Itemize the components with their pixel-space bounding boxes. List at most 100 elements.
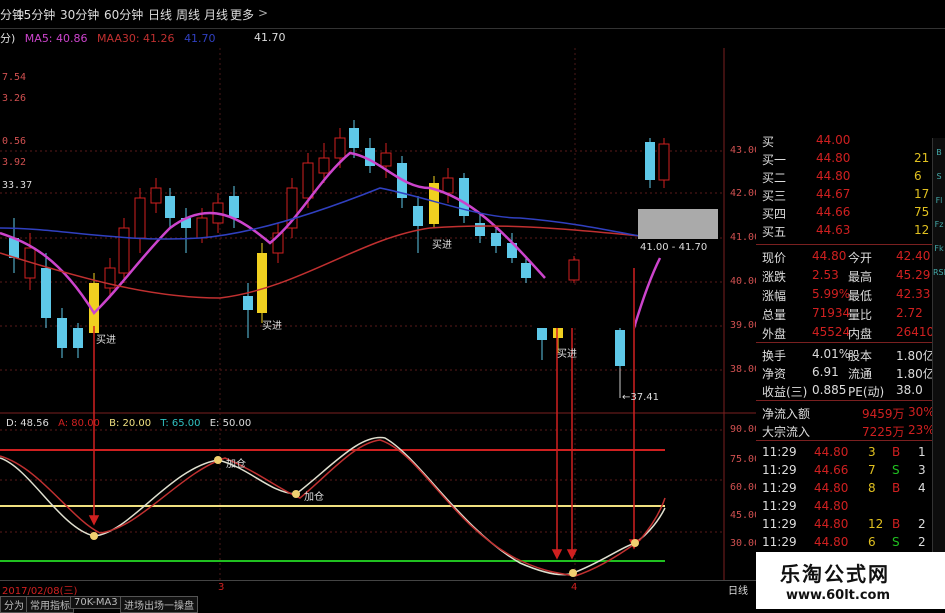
- tab-monthly[interactable]: 月线: [204, 6, 228, 23]
- chevron-right-icon[interactable]: >: [258, 6, 268, 20]
- tick-volume: 6: [868, 535, 876, 549]
- tick-price: 44.80: [814, 535, 849, 549]
- add-label-1: 加仓: [226, 459, 246, 470]
- tool-button[interactable]: S: [933, 172, 945, 181]
- stat-row: 外盘 45524 内盘 26410: [756, 324, 934, 342]
- stat-label: 内盘: [848, 327, 873, 341]
- tab-daily[interactable]: 日线: [148, 6, 172, 23]
- tool-button[interactable]: Fl: [933, 196, 945, 205]
- candle: [521, 263, 531, 278]
- tick-side: S: [892, 535, 900, 549]
- tab-60min[interactable]: 60分钟: [104, 6, 143, 23]
- candle: [537, 328, 547, 340]
- stat-label: 今开: [848, 251, 873, 265]
- stat-label: 换手: [762, 349, 787, 363]
- legend-t: T: 65.00: [160, 418, 201, 429]
- order-label: 买一: [762, 153, 787, 167]
- order-row[interactable]: 买二 44.80 6: [756, 168, 932, 186]
- tab-15min[interactable]: 15分钟: [16, 6, 55, 23]
- order-row[interactable]: 买五 44.63 12: [756, 222, 932, 240]
- tick-row: 11:29 44.80 8 B 4: [756, 480, 932, 498]
- ma-line: [632, 257, 662, 329]
- candle: [41, 268, 51, 318]
- order-row[interactable]: 买四 44.66 75: [756, 204, 932, 222]
- indicator-legend: D: 48.56 A: 80.00 B: 20.00 T: 65.00 E: 5…: [6, 418, 251, 429]
- tool-button[interactable]: Fz: [933, 220, 945, 229]
- tool-button[interactable]: B: [933, 148, 945, 157]
- stat-value: 1.80亿: [896, 367, 935, 381]
- bottom-tab-4[interactable]: 进场出场一操盘: [120, 596, 198, 613]
- order-row[interactable]: 买一 44.80 21: [756, 150, 932, 168]
- ma-line: [0, 187, 641, 240]
- tick-time: 11:29: [762, 463, 797, 477]
- legend-b: B: 20.00: [109, 418, 152, 429]
- candle: [118, 227, 130, 274]
- stat-row: 涨幅 5.99% 最低 42.33: [756, 286, 932, 304]
- tick-side: B: [892, 517, 901, 531]
- candle: [645, 142, 655, 180]
- candle: [318, 157, 330, 174]
- left-price-3: 0.56: [2, 136, 27, 147]
- candle: [442, 177, 454, 194]
- tick-volume: 8: [868, 481, 876, 495]
- watermark: 乐淘公式网 www.60lt.com: [756, 552, 945, 609]
- order-label: 买五: [762, 225, 787, 239]
- stat-value: 6.91: [812, 365, 839, 379]
- order-price: 44.67: [816, 187, 851, 201]
- low-marker: ←37.41: [622, 392, 660, 403]
- order-qty: 6: [914, 169, 922, 183]
- stat2-row: 净资 6.91 流通 1.80亿: [756, 364, 935, 382]
- stat-label: 涨跌: [762, 270, 787, 284]
- tick-row: 11:29 44.80 6 S 2: [756, 534, 932, 552]
- candle: [257, 253, 267, 313]
- stat-label: 股本: [848, 349, 873, 363]
- candle: [57, 318, 67, 348]
- buy-label-4: 买进: [557, 349, 577, 360]
- legend-d: D: 48.56: [6, 418, 49, 429]
- order-price: 44.63: [816, 223, 851, 237]
- candle: [134, 197, 146, 239]
- tick-row: 11:29 44.80: [756, 498, 932, 516]
- tab-more[interactable]: 更多: [230, 6, 254, 23]
- bottom-tab-1[interactable]: 分为: [0, 596, 28, 613]
- kline-chart[interactable]: [0, 28, 756, 580]
- bottom-tab-2[interactable]: 常用指标: [26, 596, 74, 613]
- tool-button[interactable]: Fk: [933, 244, 945, 253]
- flow-label: 大宗流入: [762, 425, 811, 439]
- oscillator-line: [0, 439, 666, 577]
- order-label: 买: [762, 135, 775, 149]
- order-label: 买三: [762, 189, 787, 203]
- stat-value: 0.885: [812, 383, 847, 397]
- stat2-row: 换手 4.01% 股本 1.80亿: [756, 346, 935, 364]
- buy-label-3: 买进: [432, 240, 452, 251]
- tab-30min[interactable]: 30分钟: [60, 6, 99, 23]
- candle: [475, 223, 485, 236]
- candle: [150, 187, 162, 204]
- tick-price: 44.66: [814, 463, 849, 477]
- add-label-2: 加仓: [304, 492, 324, 503]
- order-price: 44.00: [816, 133, 851, 147]
- watermark-title: 乐淘公式网: [780, 562, 890, 586]
- tab-weekly[interactable]: 周线: [176, 6, 200, 23]
- order-qty: 21: [914, 151, 930, 165]
- flow-row: 净流入额 9459万 30%: [756, 404, 935, 422]
- candle: [302, 162, 314, 199]
- candle: [615, 330, 625, 366]
- left-price-4: 3.92: [2, 157, 27, 168]
- bottom-tab-3[interactable]: 70K-MA3: [70, 596, 122, 609]
- stat-label: 最低: [848, 289, 873, 303]
- candle: [413, 206, 423, 226]
- tick-time: 11:29: [762, 499, 797, 513]
- stat-label: 收益(三): [762, 385, 808, 399]
- date-label: 2017/02/08(三): [2, 586, 78, 597]
- order-row[interactable]: 买三 44.67 17: [756, 186, 932, 204]
- tick-row: 11:29 44.80 3 B 1: [756, 444, 932, 462]
- flow-label: 净流入额: [762, 407, 811, 421]
- order-price: 44.80: [816, 169, 851, 183]
- order-qty: 12: [914, 223, 930, 237]
- tool-button[interactable]: RSI: [933, 268, 945, 277]
- day-label: 日线: [728, 586, 748, 597]
- tick-volume: 7: [868, 463, 876, 477]
- flow-value: 7225万: [862, 425, 905, 439]
- stat-label: 涨幅: [762, 289, 787, 303]
